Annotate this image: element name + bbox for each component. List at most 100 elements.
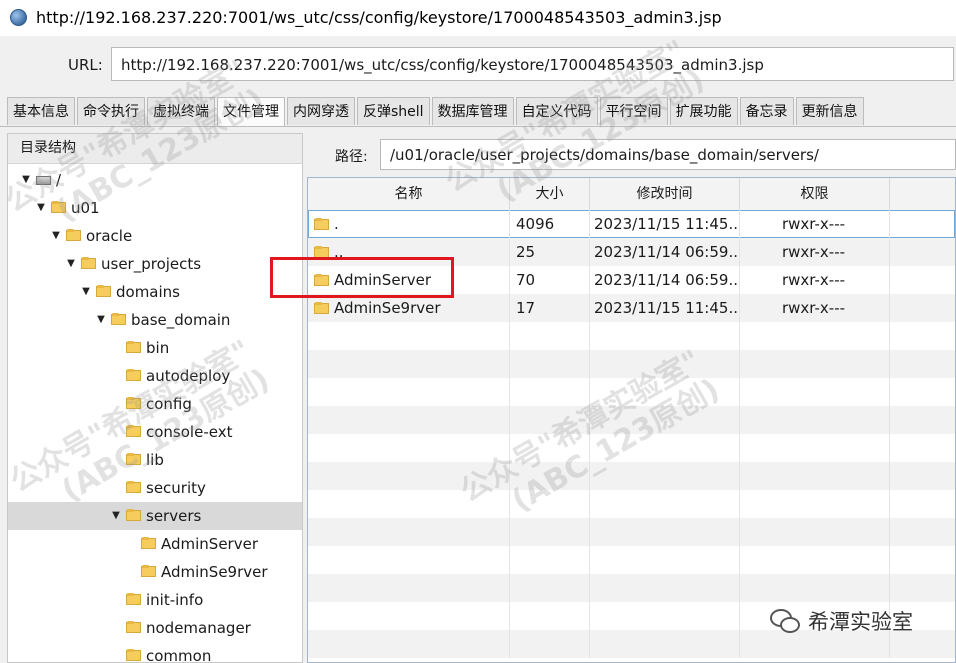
wechat-icon xyxy=(770,609,800,633)
tree-node[interactable]: ▼ oracle xyxy=(8,222,302,250)
file-mtime-cell: 2023/11/14 06:59... xyxy=(590,266,740,294)
filler-cell xyxy=(890,490,955,518)
file-size-cell: 70 xyxy=(510,266,590,294)
folder-icon xyxy=(126,593,141,605)
tree-node[interactable]: bin xyxy=(8,334,302,362)
folder-icon xyxy=(81,257,96,269)
url-input[interactable]: http://192.168.237.220:7001/ws_utc/css/c… xyxy=(111,47,954,81)
tab-reverse-shell[interactable]: 反弹shell xyxy=(357,97,430,125)
tree-node[interactable]: common xyxy=(8,642,302,662)
folder-icon xyxy=(126,425,141,437)
empty-cell xyxy=(308,350,510,378)
tree-node[interactable]: console-ext xyxy=(8,418,302,446)
empty-cell xyxy=(308,630,510,658)
tree-node[interactable]: ▼ servers xyxy=(8,502,302,530)
expand-toggle-icon[interactable]: ▼ xyxy=(65,250,77,278)
tab-basic-info[interactable]: 基本信息 xyxy=(7,97,75,125)
tree-node-label: base_domain xyxy=(131,311,231,329)
column-header-name[interactable]: 名称 xyxy=(308,178,510,210)
empty-cell xyxy=(590,574,740,602)
window-title: http://192.168.237.220:7001/ws_utc/css/c… xyxy=(36,8,722,27)
tree-node[interactable]: nodemanager xyxy=(8,614,302,642)
empty-row xyxy=(308,462,955,490)
annotation-highlight-box xyxy=(270,257,454,298)
tree-node[interactable]: ▼ u01 xyxy=(8,194,302,222)
empty-cell xyxy=(590,322,740,350)
column-header-permission[interactable]: 权限 xyxy=(740,178,890,210)
column-header-size[interactable]: 大小 xyxy=(510,178,590,210)
tree-node-label: nodemanager xyxy=(146,619,251,637)
file-row[interactable]: . 4096 2023/11/15 11:45... rwxr-x--- xyxy=(308,210,955,238)
tab-update-info[interactable]: 更新信息 xyxy=(795,97,864,125)
expand-toggle-icon[interactable]: ▼ xyxy=(50,222,62,250)
empty-cell xyxy=(740,490,890,518)
tree-node[interactable]: AdminServer xyxy=(8,530,302,558)
drive-icon xyxy=(36,176,51,185)
tree-node[interactable]: ▼ user_projects xyxy=(8,250,302,278)
tree-node[interactable]: lib xyxy=(8,446,302,474)
tree-header: 目录结构 xyxy=(8,134,302,164)
column-header-modified[interactable]: 修改时间 xyxy=(590,178,740,210)
url-label: URL: xyxy=(68,56,103,74)
empty-cell xyxy=(510,574,590,602)
empty-cell xyxy=(510,350,590,378)
tree-node[interactable]: init-info xyxy=(8,586,302,614)
filler-cell xyxy=(890,546,955,574)
empty-cell xyxy=(740,434,890,462)
folder-icon xyxy=(314,302,329,314)
expand-toggle-icon[interactable]: ▼ xyxy=(20,166,32,194)
filler-cell xyxy=(890,378,955,406)
filler-cell xyxy=(890,266,955,294)
tree-node[interactable]: ▼ domains xyxy=(8,278,302,306)
expand-toggle-icon[interactable]: ▼ xyxy=(110,502,122,530)
tab-extensions[interactable]: 扩展功能 xyxy=(669,97,738,125)
tab-command-exec[interactable]: 命令执行 xyxy=(77,97,145,125)
tree-node[interactable]: ▼ base_domain xyxy=(8,306,302,334)
tree-node[interactable]: security xyxy=(8,474,302,502)
empty-cell xyxy=(740,378,890,406)
tab-virtual-terminal[interactable]: 虚拟终端 xyxy=(147,97,215,125)
expand-toggle-icon[interactable]: ▼ xyxy=(35,194,47,222)
file-mtime-cell: 2023/11/15 11:45... xyxy=(590,294,740,322)
empty-cell xyxy=(590,378,740,406)
tab-intranet-tunnel[interactable]: 内网穿透 xyxy=(287,97,355,125)
file-size-cell: 17 xyxy=(510,294,590,322)
window-titlebar: http://192.168.237.220:7001/ws_utc/css/c… xyxy=(0,0,956,36)
file-perm-cell: rwxr-x--- xyxy=(740,266,890,294)
tab-database-manager[interactable]: 数据库管理 xyxy=(431,97,514,125)
path-input[interactable]: /u01/oracle/user_projects/domains/base_d… xyxy=(380,139,956,170)
tree-node[interactable]: autodeploy xyxy=(8,362,302,390)
filler-cell xyxy=(890,350,955,378)
empty-cell xyxy=(510,378,590,406)
tree-node[interactable]: config xyxy=(8,390,302,418)
tab-parallel-space[interactable]: 平行空间 xyxy=(599,97,668,125)
empty-cell xyxy=(510,602,590,630)
expand-toggle-icon[interactable]: ▼ xyxy=(95,306,107,334)
file-row[interactable]: AdminSe9rver 17 2023/11/15 11:45... rwxr-x-… xyxy=(308,294,955,322)
tree-node-label: u01 xyxy=(71,199,100,217)
empty-cell xyxy=(740,322,890,350)
tree-node-label: init-info xyxy=(146,591,204,609)
tab-file-manager[interactable]: 文件管理 xyxy=(217,97,285,127)
filler-cell xyxy=(890,434,955,462)
tree-node-label: AdminServer xyxy=(161,535,258,553)
tree-node-label: config xyxy=(146,395,192,413)
folder-icon xyxy=(126,509,141,521)
empty-cell xyxy=(308,546,510,574)
folder-icon xyxy=(314,218,329,230)
filler-cell xyxy=(890,210,955,238)
tab-custom-code[interactable]: 自定义代码 xyxy=(515,97,598,125)
url-bar: URL: http://192.168.237.220:7001/ws_utc/… xyxy=(0,36,956,94)
empty-cell xyxy=(740,350,890,378)
tree-node[interactable]: AdminSe9rver xyxy=(8,558,302,586)
folder-icon xyxy=(141,537,156,549)
empty-row xyxy=(308,350,955,378)
expand-toggle-icon[interactable]: ▼ xyxy=(80,278,92,306)
empty-cell xyxy=(510,546,590,574)
wechat-watermark-badge: 希潭实验室 xyxy=(770,605,913,637)
folder-icon xyxy=(126,621,141,633)
tree-node[interactable]: ▼ / xyxy=(8,166,302,194)
tab-memo[interactable]: 备忘录 xyxy=(739,97,794,125)
empty-cell xyxy=(308,406,510,434)
empty-cell xyxy=(308,518,510,546)
